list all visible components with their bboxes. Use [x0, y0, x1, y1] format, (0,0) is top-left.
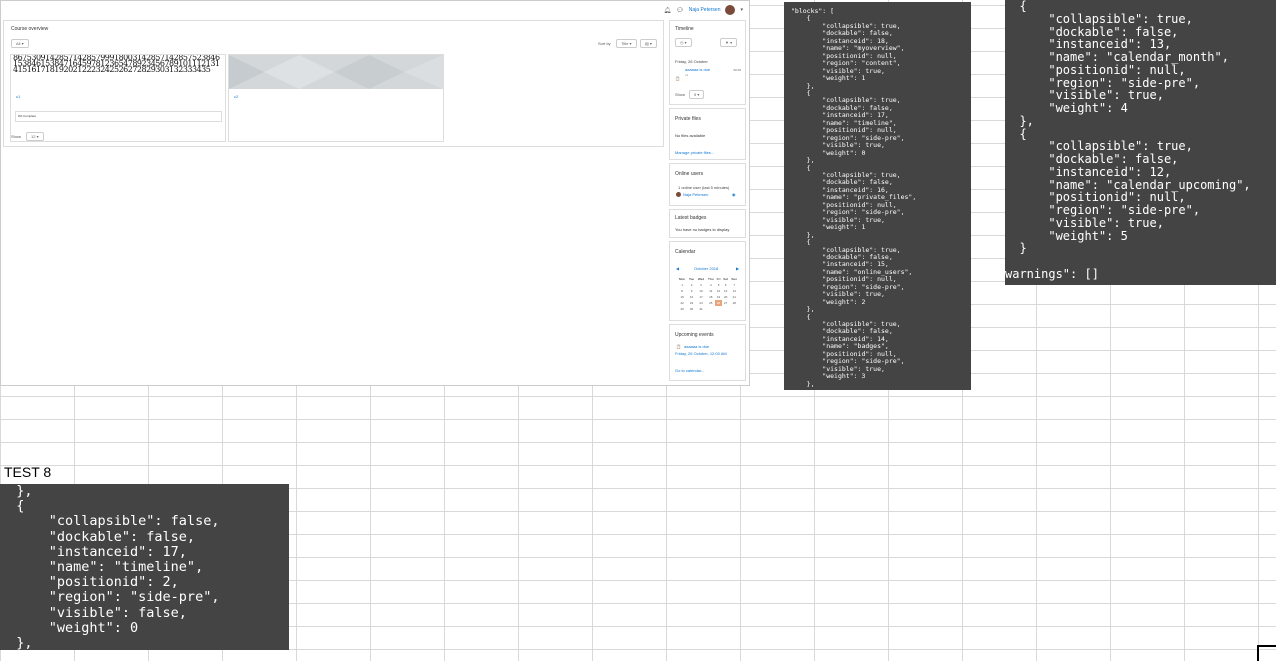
latest-badges-empty: You have no badges to display: [675, 227, 730, 232]
online-users-title: Online users: [675, 171, 704, 177]
course-card[interactable]: 8675309142857142857999180031428571428575…: [10, 54, 226, 142]
calendar-day[interactable]: 30: [687, 306, 696, 312]
online-user-name[interactable]: Naja Petersen: [683, 192, 708, 197]
assignment-icon: 📋: [676, 344, 681, 349]
calendar-block: Calendar ◀ October 2018 ▶ Mon Tue Wed Thu Fr…: [669, 241, 746, 321]
show-label: Show: [11, 134, 22, 139]
private-files-block: Private files No files available Manage …: [669, 108, 746, 160]
sort-label: Sort by: [598, 41, 611, 46]
timeline-date: Friday, 26 October: [675, 59, 708, 64]
next-month-icon[interactable]: ▶: [736, 266, 739, 271]
calendar-day: [706, 306, 715, 312]
timeline-title: Timeline: [675, 26, 694, 32]
filter-icon: ▼: [725, 40, 729, 45]
chevron-down-icon[interactable]: ▾: [740, 7, 743, 13]
show-count-value: 12: [31, 134, 36, 139]
manage-private-files-link[interactable]: Manage private files...: [675, 150, 714, 155]
timeline-filter-dropdown[interactable]: ◷ ▾: [675, 38, 692, 47]
sort-dropdown[interactable]: Title ▾: [616, 39, 637, 48]
chat-icon[interactable]: 💬︎: [676, 7, 684, 14]
timeline-sort-dropdown[interactable]: ▼ ▾: [720, 38, 738, 47]
moodle-navbar: 🔔︎ 💬︎ Naja Petersen ▾: [1, 1, 749, 19]
json-blocks-screenshot-1: "blocks": [ { "collapsible": true, "dock…: [784, 2, 971, 390]
bell-icon[interactable]: 🔔︎: [664, 7, 672, 14]
timeline-block: Timeline ◷ ▾ ▼ ▾ Friday, 26 October 📋 aa…: [669, 20, 746, 105]
timeline-event-course: c1: [685, 73, 689, 77]
timeline-event[interactable]: 📋 aaaaaa is due c1 00:00: [675, 67, 743, 81]
latest-badges-title: Latest badges: [675, 215, 707, 221]
test-label[interactable]: TEST 8: [4, 464, 51, 480]
json-blocks-screenshot-3: }, { "collapsible": false, "dockable": f…: [0, 484, 289, 650]
timeline-event-time: 00:00: [733, 68, 741, 72]
selection-corner: [1257, 645, 1276, 661]
view-toggle-dropdown[interactable]: ▤ ▾: [640, 39, 657, 48]
calendar-grid: Mon Tue Wed Thu Fri Sat Sun 1 2 3 4 5 6 7 8 9 10 11 12 13 14…: [677, 276, 739, 312]
calendar-day[interactable]: 31: [696, 306, 706, 312]
list-icon: ▤: [645, 41, 649, 46]
progress-bar: 0% Complete: [15, 111, 222, 122]
online-users-summary: 1 online user (last 5 minutes): [678, 185, 730, 190]
calendar-day: [722, 306, 730, 312]
course-pattern-image: [229, 55, 443, 89]
calendar-month[interactable]: October 2018: [694, 266, 718, 271]
timeline-event-name[interactable]: aaaaaa is due: [685, 67, 710, 72]
course-name[interactable]: c1: [16, 94, 20, 99]
course-image[interactable]: [229, 55, 443, 89]
course-overview-block: Course overview All ▾ Sort by Title ▾ ▤ …: [3, 20, 664, 147]
json-blocks-screenshot-2: { "collapsible": true, "dockable": false…: [1005, 0, 1276, 285]
sort-value: Title: [621, 41, 629, 46]
avatar[interactable]: [725, 5, 736, 15]
progress-label: 0% Complete: [18, 114, 37, 118]
online-users-block: Online users 1 online user (last 5 minut…: [669, 163, 746, 206]
avatar: [676, 192, 681, 197]
latest-badges-block: Latest badges You have no badges to disp…: [669, 209, 746, 238]
timeline-show-value: 5: [694, 92, 697, 97]
eye-icon[interactable]: ◉: [732, 192, 736, 197]
upcoming-events-block: Upcoming events 📋 aaaaaa is due Friday, …: [669, 324, 746, 381]
clock-icon: ◷: [680, 40, 684, 45]
calendar-title: Calendar: [675, 249, 696, 255]
timeline-show-dropdown[interactable]: 5 ▾: [689, 90, 705, 99]
user-name[interactable]: Naja Petersen: [689, 7, 721, 13]
show-count-dropdown[interactable]: 12 ▾: [26, 132, 44, 141]
calendar-day[interactable]: 29: [677, 306, 687, 312]
private-files-title: Private files: [675, 116, 701, 122]
private-files-empty: No files available: [675, 133, 706, 138]
course-name[interactable]: c2: [234, 94, 238, 99]
moodle-dashboard-screenshot: 🔔︎ 💬︎ Naja Petersen ▾ Course overview Al…: [0, 0, 750, 386]
course-card[interactable]: c2: [228, 54, 444, 142]
upcoming-events-title: Upcoming events: [675, 332, 714, 338]
upcoming-event-date[interactable]: Friday, 26 October, 12:00 AM: [675, 351, 727, 356]
prev-month-icon[interactable]: ◀: [676, 266, 679, 271]
assignment-icon: 📋: [675, 76, 680, 81]
filter-dropdown[interactable]: All ▾: [11, 39, 29, 48]
calendar-day: [730, 306, 739, 312]
course-overview-title: Course overview: [11, 26, 49, 32]
go-to-calendar-link[interactable]: Go to calendar...: [675, 368, 704, 373]
upcoming-event-name[interactable]: aaaaaa is due: [684, 344, 709, 349]
course-image[interactable]: 8675309142857142857999180031428571428575…: [11, 55, 225, 89]
timeline-show-label: Show: [675, 92, 686, 97]
filter-value: All: [16, 41, 21, 46]
